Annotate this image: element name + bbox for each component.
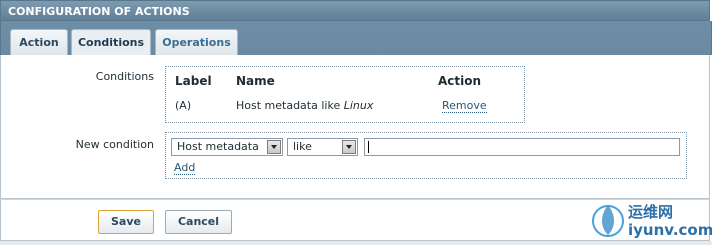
- watermark-logo-icon: [592, 205, 624, 237]
- watermark-text-url: iyunv.com: [628, 221, 712, 239]
- condition-name-value: Linux: [343, 99, 374, 112]
- new-condition-label: New condition: [75, 138, 154, 151]
- conditions-label: Conditions: [95, 70, 154, 83]
- remove-link[interactable]: Remove: [442, 99, 487, 113]
- condition-value-input[interactable]: [364, 138, 680, 156]
- conditions-table: Label Name Action (A) Host metadata like…: [165, 66, 525, 123]
- tab-conditions[interactable]: Conditions: [71, 29, 151, 56]
- save-button[interactable]: Save: [98, 210, 154, 234]
- condition-row-name: Host metadata like Linux: [236, 99, 373, 112]
- condition-type-value: Host metadata: [177, 140, 259, 153]
- condition-name-text: Host metadata like: [236, 99, 341, 112]
- condition-type-select[interactable]: Host metadata: [171, 138, 283, 156]
- tab-bar: Action Conditions Operations: [0, 21, 712, 56]
- tab-operations[interactable]: Operations: [155, 29, 238, 55]
- chevron-down-icon[interactable]: [342, 140, 356, 154]
- remove-link-label[interactable]: Remove: [442, 99, 487, 113]
- condition-operator-value: like: [293, 140, 312, 153]
- tab-action[interactable]: Action: [10, 29, 68, 55]
- watermark: 运维网 iyunv.com: [590, 197, 712, 243]
- text-cursor: [368, 141, 369, 153]
- page-title: CONFIGURATION OF ACTIONS: [0, 0, 710, 21]
- new-condition-box: Host metadata like Add: [165, 132, 687, 179]
- condition-row-label: (A): [175, 99, 192, 112]
- conditions-panel: Conditions Label Name Action (A) Host me…: [0, 55, 710, 199]
- cancel-button[interactable]: Cancel: [165, 210, 232, 234]
- add-link[interactable]: Add: [174, 161, 196, 175]
- column-header-label: Label: [175, 74, 212, 88]
- watermark-text-cn: 运维网: [628, 203, 674, 221]
- condition-operator-select[interactable]: like: [287, 138, 358, 156]
- chevron-down-icon[interactable]: [267, 140, 281, 154]
- column-header-name: Name: [236, 74, 275, 88]
- column-header-action: Action: [438, 74, 482, 88]
- add-link-label[interactable]: Add: [174, 161, 196, 175]
